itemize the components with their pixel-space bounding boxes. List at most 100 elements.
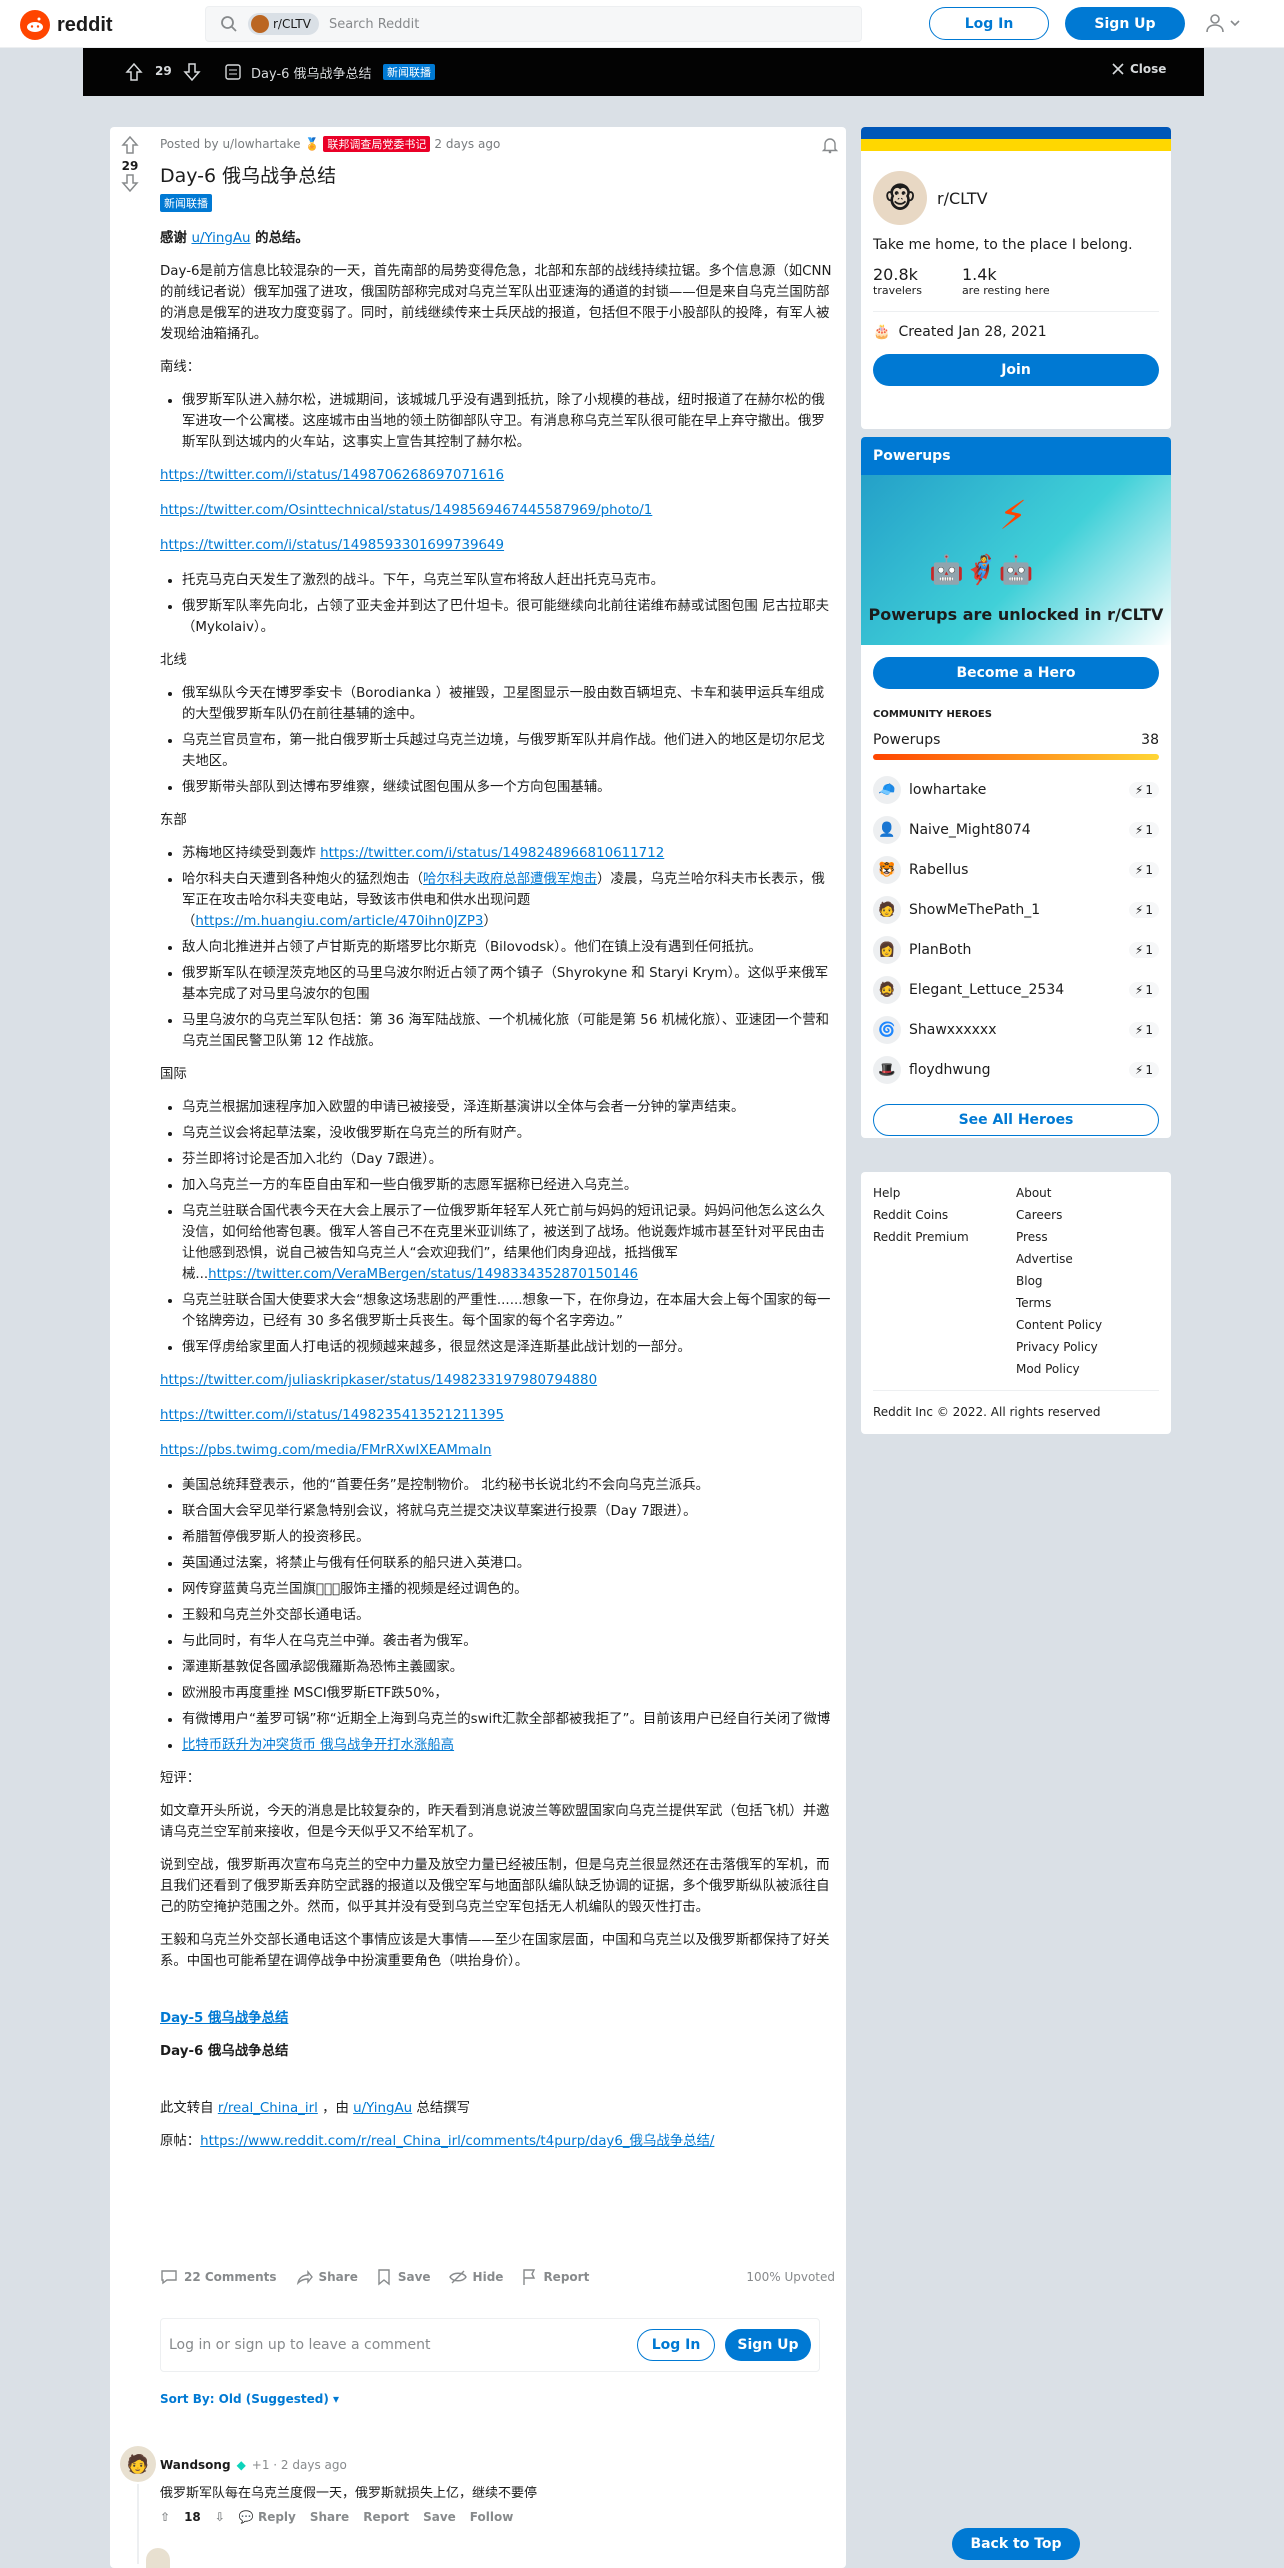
comment-user[interactable]: Wandsong xyxy=(160,2458,231,2472)
posted-by[interactable]: Posted by u/lowhartake xyxy=(160,137,300,151)
news-link[interactable]: 哈尔科夫政府总部遭俄军炮击 xyxy=(423,872,597,887)
section-heading-east: 东部 xyxy=(160,813,187,828)
downvote-icon[interactable]: ⇩ xyxy=(215,2510,225,2524)
tweet-link[interactable]: https://twitter.com/i/status/14985933016… xyxy=(160,535,835,556)
become-hero-button[interactable]: Become a Hero xyxy=(873,657,1159,689)
footer-link[interactable]: Mod Policy xyxy=(1016,1362,1159,1376)
footer-link[interactable]: Content Policy xyxy=(1016,1318,1159,1332)
news-link[interactable]: https://m.huangiu.com/article/470ihn0JZP… xyxy=(195,914,483,929)
tweet-link[interactable]: https://twitter.com/juliaskripkaser/stat… xyxy=(160,1370,835,1391)
member-label: travelers xyxy=(873,284,922,297)
hero-row[interactable]: 🧑 ShowMeThePath_1 ⚡ 1 xyxy=(861,890,1171,930)
search-community-chip[interactable]: r/CLTV xyxy=(248,13,319,35)
user-link[interactable]: u/YingAu xyxy=(191,231,250,246)
bar-title[interactable]: Day-6 俄乌战争总结 xyxy=(251,63,372,82)
community-tagline: Take me home, to the place I belong. xyxy=(873,237,1133,253)
login-button[interactable]: Log In xyxy=(929,7,1049,40)
hide-label: Hide xyxy=(472,2270,504,2284)
see-all-heroes-button[interactable]: See All Heroes xyxy=(873,1104,1159,1136)
sort-dropdown[interactable]: Sort By: Old (Suggested) ▾ xyxy=(160,2392,339,2406)
hide-button[interactable]: Hide xyxy=(448,2268,504,2286)
text: 此文转自 xyxy=(160,2101,218,2116)
tweet-link[interactable]: https://twitter.com/i/status/14982354135… xyxy=(160,1405,835,1426)
downvote-icon[interactable] xyxy=(183,62,201,82)
report-label: Report xyxy=(543,2270,590,2284)
media-link[interactable]: https://pbs.twimg.com/media/FMrRXwIXEAMm… xyxy=(160,1440,835,1461)
upvote-icon[interactable] xyxy=(121,135,139,155)
comment-signup-button[interactable]: Sign Up xyxy=(725,2329,811,2361)
section-heading-review: 短评： xyxy=(160,1771,201,1786)
report-button[interactable]: Report xyxy=(521,2268,589,2286)
lightning-icon: ⚡ xyxy=(1134,1023,1144,1037)
signup-button[interactable]: Sign Up xyxy=(1065,7,1185,40)
footer-link[interactable]: Reddit Premium xyxy=(873,1230,1016,1244)
comment-login-button[interactable]: Log In xyxy=(637,2329,715,2361)
comment-follow-button[interactable]: Follow xyxy=(470,2510,514,2524)
footer-link[interactable]: Help xyxy=(873,1186,1016,1200)
comment-report-button[interactable]: Report xyxy=(363,2510,409,2524)
subreddit-link[interactable]: r/real_China_irl xyxy=(218,2101,318,2116)
tweet-link[interactable]: https://twitter.com/i/status/14987062686… xyxy=(160,465,835,486)
hero-row[interactable]: 🌀 Shawxxxxxx ⚡ 1 xyxy=(861,1010,1171,1050)
share-button[interactable]: Share xyxy=(295,2268,358,2286)
save-button[interactable]: Save xyxy=(376,2268,431,2286)
join-button[interactable]: Join xyxy=(873,354,1159,386)
community-stats: 20.8k travelers 1.4k are resting here xyxy=(861,253,1171,297)
list-item: 俄罗斯军队进入赫尔松，进城期间，该城城几乎没有遇到抵抗，除了小规模的巷战，纽时报… xyxy=(182,390,835,453)
comment-text: 俄罗斯军队每在乌克兰度假一天，俄罗斯就损失上亿，继续不要停 xyxy=(160,2486,538,2501)
upvote-icon[interactable] xyxy=(125,62,143,82)
footer-link[interactable]: Careers xyxy=(1016,1208,1159,1222)
community-avatar-icon: 🐵 xyxy=(883,181,917,215)
tweet-link[interactable]: https://twitter.com/VeraMBergen/status/1… xyxy=(208,1267,638,1282)
footer-link[interactable]: Terms xyxy=(1016,1296,1159,1310)
list-item: 芬兰即将讨论是否加入北约（Day 7跟进）。 xyxy=(182,1149,835,1170)
lightning-icon: ⚡ xyxy=(1134,903,1144,917)
downvote-icon[interactable] xyxy=(121,173,139,193)
hero-row[interactable]: 👤 Naive_Might8074 ⚡ 1 xyxy=(861,810,1171,850)
hero-row[interactable]: 🎩 floydhwung ⚡ 1 xyxy=(861,1050,1171,1090)
hero-row[interactable]: 🐯 Rabellus ⚡ 1 xyxy=(861,850,1171,890)
list-item: 乌克兰驻联合国代表今天在大会上展示了一位俄罗斯年轻军人死亡前与妈妈的短讯记录。妈… xyxy=(182,1201,835,1285)
footer-link[interactable]: Advertise xyxy=(1016,1252,1159,1266)
community-avatar[interactable]: 🐵 xyxy=(873,171,927,225)
thread-line[interactable] xyxy=(137,2484,139,2564)
news-link[interactable]: 比特币跃升为冲突货币 俄乌战争开打水涨船高 xyxy=(182,1738,454,1753)
close-button[interactable]: Close xyxy=(1111,62,1166,76)
prev-day-link[interactable]: Day-5 俄乌战争总结 xyxy=(160,2011,288,2026)
footer-link[interactable]: Privacy Policy xyxy=(1016,1340,1159,1354)
upvote-icon[interactable]: ⇧ xyxy=(160,2510,170,2524)
prev-day-link-wrap: Day-5 俄乌战争总结 xyxy=(160,2008,835,2029)
comment-save-button[interactable]: Save xyxy=(423,2510,456,2524)
footer-link[interactable]: Blog xyxy=(1016,1274,1159,1288)
community-name[interactable]: r/CLTV xyxy=(937,189,988,208)
hero-count: 1 xyxy=(1145,783,1153,797)
community-header: 🐵 r/CLTV xyxy=(861,151,1171,225)
footer-link[interactable]: Reddit Coins xyxy=(873,1208,1016,1222)
footer-link[interactable]: Press xyxy=(1016,1230,1159,1244)
hero-row[interactable]: 🧢 lowhartake ⚡ 1 xyxy=(861,770,1171,810)
footer-link[interactable]: About xyxy=(1016,1186,1159,1200)
comment-share-button[interactable]: Share xyxy=(310,2510,349,2524)
tweet-link[interactable]: https://twitter.com/i/status/14982489668… xyxy=(320,846,664,861)
section-heading-intl: 国际 xyxy=(160,1067,187,1082)
original-line: 原帖：https://www.reddit.com/r/real_China_i… xyxy=(160,2131,835,2152)
search-bar[interactable]: r/CLTV Search Reddit xyxy=(205,6,862,42)
reddit-logo[interactable]: reddit xyxy=(20,10,113,40)
hero-name: Rabellus xyxy=(909,862,969,878)
user-menu[interactable] xyxy=(1204,12,1240,34)
avatar: 🧔 xyxy=(873,976,901,1004)
avatar: 👤 xyxy=(873,816,901,844)
tweet-link[interactable]: https://twitter.com/Osinttechnical/statu… xyxy=(160,500,835,521)
back-to-top-button[interactable]: Back to Top xyxy=(952,2528,1080,2560)
post-vote-count: 29 xyxy=(121,159,139,173)
bell-icon[interactable] xyxy=(821,136,839,154)
reply-button[interactable]: 💬 Reply xyxy=(239,2510,296,2524)
review-paragraph: 如文章开头所说，今天的消息是比较复杂的，昨天看到消息说波兰等欧盟国家向乌克兰提供… xyxy=(160,1804,830,1840)
hero-row[interactable]: 🧔 Elegant_Lettuce_2534 ⚡ 1 xyxy=(861,970,1171,1010)
powerups-unlocked-text: Powerups are unlocked in r/CLTV xyxy=(868,605,1164,624)
original-post-link[interactable]: https://www.reddit.com/r/real_China_irl/… xyxy=(200,2134,714,2149)
hero-row[interactable]: 👩 PlanBoth ⚡ 1 xyxy=(861,930,1171,970)
user-link[interactable]: u/YingAu xyxy=(353,2101,412,2116)
comments-button[interactable]: 22 Comments xyxy=(160,2268,277,2286)
avatar[interactable]: 🧑 xyxy=(120,2446,156,2482)
